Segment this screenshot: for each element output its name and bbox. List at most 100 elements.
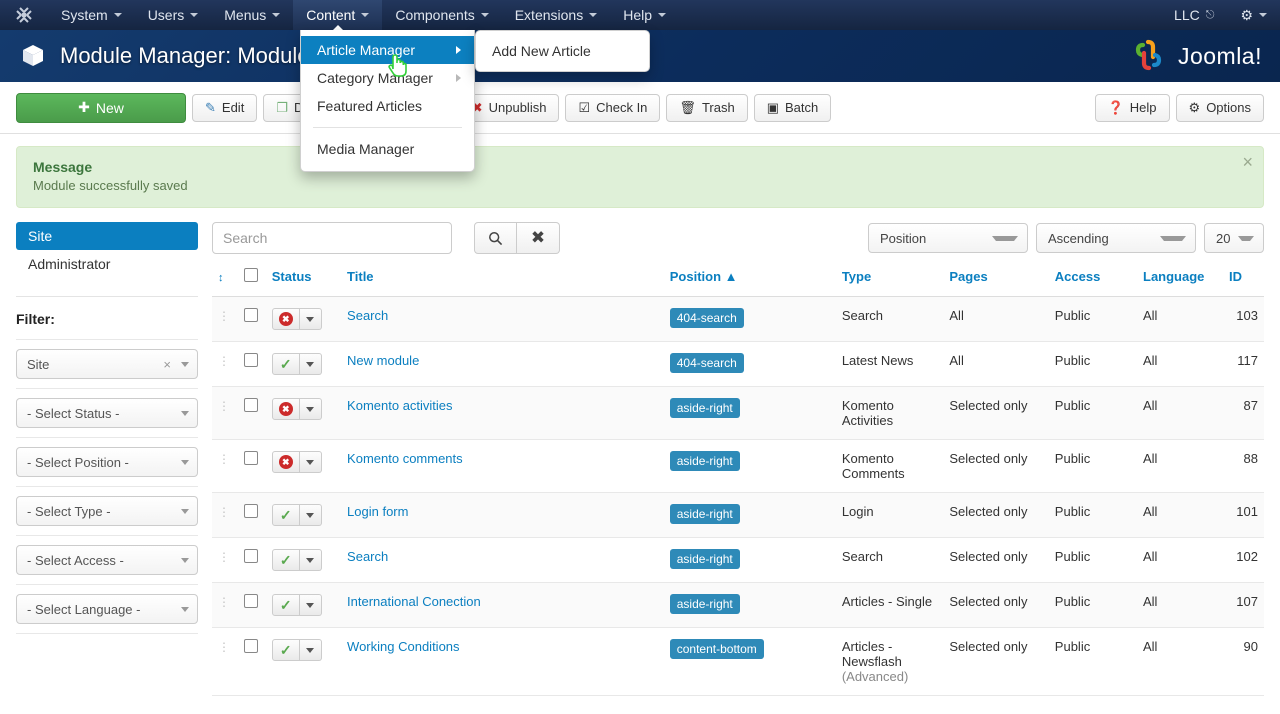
menu-content[interactable]: Content — [293, 0, 383, 30]
menu-item-category-manager[interactable]: Category Manager — [301, 64, 474, 92]
menu-item-add-new-article[interactable]: Add New Article — [476, 37, 649, 65]
position-badge[interactable]: aside-right — [669, 451, 740, 471]
toggle-status-button[interactable]: ✖ — [271, 451, 300, 473]
status-dropdown-button[interactable] — [299, 549, 322, 571]
row-drag-cell[interactable]: ⋮ — [212, 537, 238, 583]
position-badge[interactable]: 404-search — [669, 308, 744, 328]
sort-field-select[interactable]: Position — [868, 223, 1028, 253]
drag-handle-icon[interactable]: ⋮ — [218, 354, 230, 368]
sidebar-item-administrator[interactable]: Administrator — [16, 250, 198, 278]
drag-handle-icon[interactable]: ⋮ — [218, 550, 230, 564]
row-checkbox[interactable] — [243, 639, 258, 653]
toggle-status-button[interactable]: ✖ — [271, 308, 300, 330]
filter-status-select[interactable]: - Select Status - — [16, 398, 198, 428]
row-checkbox[interactable] — [243, 398, 258, 412]
row-checkbox-cell[interactable] — [237, 492, 266, 538]
column-position[interactable]: Position ▲ — [663, 268, 836, 297]
sidebar-item-site[interactable]: Site — [16, 222, 198, 250]
trash-button[interactable]: 🗑 Trash — [666, 93, 748, 122]
column-title[interactable]: Title — [341, 268, 664, 297]
menu-users[interactable]: Users — [135, 0, 212, 30]
row-title-link[interactable]: Working Conditions — [347, 639, 459, 654]
sort-direction-select[interactable]: Ascending — [1036, 223, 1196, 253]
row-drag-cell[interactable]: ⋮ — [212, 341, 238, 387]
position-badge[interactable]: aside-right — [669, 504, 740, 524]
row-checkbox-cell[interactable] — [237, 386, 266, 440]
column-type[interactable]: Type — [835, 268, 944, 297]
filter-type-select[interactable]: - Select Type - — [16, 496, 198, 526]
list-limit-select[interactable]: 20 — [1204, 223, 1264, 253]
row-title-link[interactable]: Login form — [347, 504, 408, 519]
status-dropdown-button[interactable] — [299, 504, 322, 526]
row-checkbox[interactable] — [243, 549, 258, 563]
status-dropdown-button[interactable] — [299, 353, 322, 375]
row-checkbox[interactable] — [243, 353, 258, 367]
column-select-all[interactable] — [237, 268, 266, 297]
drag-handle-icon[interactable]: ⋮ — [218, 399, 230, 413]
toggle-status-button[interactable]: ✓ — [271, 594, 300, 616]
menu-help[interactable]: Help — [610, 0, 679, 30]
column-id[interactable]: ID — [1223, 268, 1264, 297]
menu-item-media-manager[interactable]: Media Manager — [301, 135, 474, 163]
help-button[interactable]: ❓ Help — [1094, 93, 1170, 122]
toggle-status-button[interactable]: ✓ — [271, 504, 300, 526]
new-button[interactable]: ✚ New — [16, 92, 186, 123]
drag-handle-icon[interactable]: ⋮ — [218, 505, 230, 519]
toggle-status-button[interactable]: ✖ — [271, 398, 300, 420]
row-checkbox-cell[interactable] — [237, 341, 266, 387]
row-checkbox-cell[interactable] — [237, 582, 266, 628]
row-checkbox-cell[interactable] — [237, 627, 266, 696]
row-title-link[interactable]: Search — [347, 308, 388, 323]
column-pages[interactable]: Pages — [943, 268, 1049, 297]
row-title-link[interactable]: International Conection — [347, 594, 481, 609]
status-dropdown-button[interactable] — [299, 308, 322, 330]
menu-menus[interactable]: Menus — [211, 0, 293, 30]
drag-handle-icon[interactable]: ⋮ — [218, 452, 230, 466]
position-badge[interactable]: aside-right — [669, 594, 740, 614]
drag-handle-icon[interactable]: ⋮ — [218, 309, 230, 323]
position-badge[interactable]: aside-right — [669, 398, 740, 418]
row-drag-cell[interactable]: ⋮ — [212, 627, 238, 696]
clear-filter-icon[interactable]: × — [163, 357, 181, 372]
row-drag-cell[interactable]: ⋮ — [212, 439, 238, 493]
row-title-link[interactable]: Komento comments — [347, 451, 463, 466]
row-checkbox-cell[interactable] — [237, 537, 266, 583]
status-dropdown-button[interactable] — [299, 451, 322, 473]
row-drag-cell[interactable]: ⋮ — [212, 492, 238, 538]
edit-button[interactable]: ✎ Edit — [192, 93, 258, 122]
row-checkbox[interactable] — [243, 308, 258, 322]
menu-system[interactable]: System — [48, 0, 135, 30]
position-badge[interactable]: 404-search — [669, 353, 744, 373]
row-title-link[interactable]: Komento activities — [347, 398, 453, 413]
drag-handle-icon[interactable]: ⋮ — [218, 595, 230, 609]
toggle-status-button[interactable]: ✓ — [271, 549, 300, 571]
position-badge[interactable]: content-bottom — [669, 639, 764, 659]
row-title-link[interactable]: Search — [347, 549, 388, 564]
batch-button[interactable]: ▣ Batch — [753, 93, 832, 122]
row-title-link[interactable]: New module — [347, 353, 419, 368]
menu-item-featured-articles[interactable]: Featured Articles — [301, 92, 474, 120]
search-button[interactable] — [474, 222, 517, 254]
menu-components[interactable]: Components — [382, 0, 501, 30]
row-drag-cell[interactable]: ⋮ — [212, 582, 238, 628]
column-language[interactable]: Language — [1137, 268, 1224, 297]
filter-language-select[interactable]: - Select Language - — [16, 594, 198, 624]
row-drag-cell[interactable]: ⋮ — [212, 386, 238, 440]
row-drag-cell[interactable]: ⋮ — [212, 296, 238, 342]
checkin-button[interactable]: ☑ Check In — [565, 93, 661, 122]
column-ordering[interactable]: ↕ — [212, 268, 238, 297]
row-checkbox[interactable] — [243, 504, 258, 518]
filter-access-select[interactable]: - Select Access - — [16, 545, 198, 575]
drag-handle-icon[interactable]: ⋮ — [218, 640, 230, 654]
close-icon[interactable]: × — [1242, 153, 1253, 171]
column-status[interactable]: Status — [265, 268, 342, 297]
search-input[interactable] — [212, 222, 452, 254]
clear-search-button[interactable]: ✖ — [517, 222, 560, 254]
toggle-status-button[interactable]: ✓ — [271, 353, 300, 375]
filter-site-select[interactable]: Site × — [16, 349, 198, 379]
options-button[interactable]: ⚙ Options — [1175, 93, 1264, 122]
status-dropdown-button[interactable] — [299, 639, 322, 661]
menu-extensions[interactable]: Extensions — [502, 0, 610, 30]
row-checkbox[interactable] — [243, 594, 258, 608]
status-dropdown-button[interactable] — [299, 398, 322, 420]
